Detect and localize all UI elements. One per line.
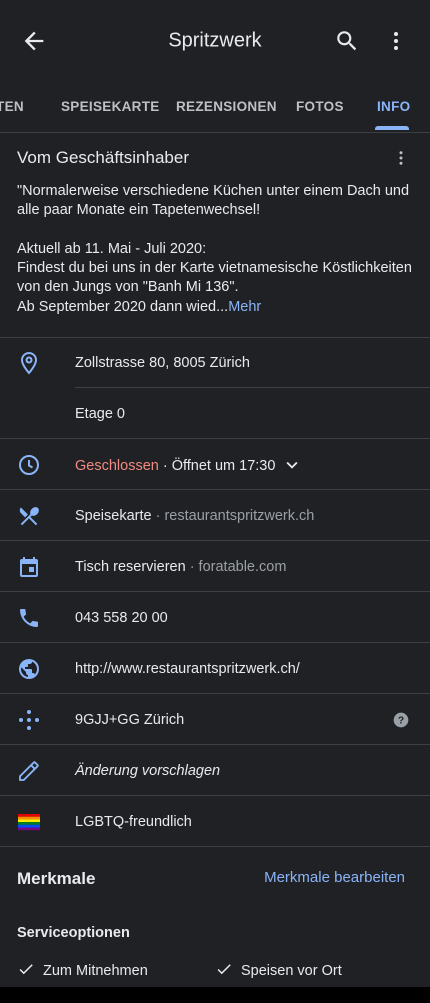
phone-row[interactable]: 043 558 20 00 (0, 592, 430, 643)
rainbow-flag-icon (18, 813, 40, 830)
phone-icon (20, 608, 38, 627)
reservation-text: Tisch reservieren · foratable.com (75, 558, 287, 575)
pluscode-text: 9GJJ+GG Zürich (75, 711, 185, 728)
clock-icon (19, 454, 39, 475)
phone-text: 043 558 20 00 (75, 609, 168, 626)
search-icon[interactable] (334, 28, 360, 54)
floor-row: Etage 0 (0, 388, 430, 439)
features-title: Merkmale (17, 869, 96, 888)
opening-hours-text: Geschlossen · Öffnet um 17:30 (75, 454, 303, 476)
active-tab-indicator (375, 126, 409, 130)
pluscode-row[interactable]: 9GJJ+GG Zürich ? (0, 694, 430, 745)
menu-text: Speisekarte · restaurantspritzwerk.ch (75, 507, 315, 524)
tab-overview[interactable]: ITEN (0, 82, 24, 132)
check-icon (217, 964, 231, 975)
more-link[interactable]: Mehr (228, 299, 261, 315)
location-pin-icon (20, 351, 38, 374)
suggest-edit-row[interactable]: Änderung vorschlagen (0, 745, 430, 796)
opens-at-text: · Öffnet um 17:30 (158, 457, 276, 474)
address-row[interactable]: Zollstrasse 80, 8005 Zürich (0, 337, 430, 388)
globe-icon (19, 658, 39, 679)
reservation-row[interactable]: Tisch reservieren · foratable.com (0, 541, 430, 592)
more-vert-icon[interactable] (392, 148, 410, 168)
service-options-title: Serviceoptionen (17, 925, 130, 941)
help-icon[interactable]: ? (393, 712, 409, 728)
lgbtq-text: LGBTQ-freundlich (75, 813, 192, 830)
divider (0, 846, 430, 847)
cutlery-icon (19, 506, 39, 525)
owner-description-section: Vom Geschäftsinhaber "Normalerweise vers… (0, 132, 430, 338)
service-option-dine-in: Speisen vor Ort (215, 960, 342, 979)
check-icon (19, 964, 33, 975)
owner-section-title: Vom Geschäftsinhaber (17, 148, 189, 167)
opening-hours-row[interactable]: Geschlossen · Öffnet um 17:30 (0, 439, 430, 490)
chevron-down-icon[interactable] (281, 454, 303, 476)
more-vert-icon[interactable] (384, 29, 408, 53)
system-nav-bar (0, 987, 430, 1003)
plus-code-icon (19, 709, 39, 730)
owner-description-text: "Normalerweise verschiedene Küchen unter… (17, 182, 412, 317)
page-title: Spritzwerk (168, 29, 262, 52)
floor-text: Etage 0 (75, 405, 125, 422)
calendar-icon (20, 556, 38, 577)
tab-rezensionen[interactable]: REZENSIONEN (176, 82, 277, 132)
owner-text-line: Aktuell ab 11. Mai - Juli 2020: (17, 240, 207, 257)
app-bar: Spritzwerk (0, 0, 430, 82)
address-text: Zollstrasse 80, 8005 Zürich (75, 354, 250, 371)
closed-status: Geschlossen (75, 457, 159, 474)
tab-bar: ITEN SPEISEKARTE REZENSIONEN FOTOS INFO (0, 82, 430, 133)
tab-speisekarte[interactable]: SPEISEKARTE (61, 82, 160, 132)
owner-text-line: Ab September 2020 dann wied...Mehr (17, 298, 262, 315)
website-text: http://www.restaurantspritzwerk.ch/ (75, 660, 300, 677)
tab-fotos[interactable]: FOTOS (296, 82, 344, 132)
menu-row[interactable]: Speisekarte · restaurantspritzwerk.ch (0, 490, 430, 541)
owner-text-line: Findest du bei uns in der Karte vietname… (17, 260, 412, 296)
svg-text:?: ? (398, 715, 404, 726)
website-row[interactable]: http://www.restaurantspritzwerk.ch/ (0, 643, 430, 694)
pencil-icon (19, 760, 39, 781)
edit-features-link[interactable]: Merkmale bearbeiten (264, 869, 405, 886)
service-option-takeaway: Zum Mitnehmen (17, 960, 148, 979)
suggest-edit-text: Änderung vorschlagen (75, 762, 221, 779)
tab-info[interactable]: INFO (377, 82, 410, 132)
lgbtq-row: LGBTQ-freundlich (0, 796, 430, 847)
owner-text-line: "Normalerweise verschiedene Küchen unter… (17, 183, 410, 219)
